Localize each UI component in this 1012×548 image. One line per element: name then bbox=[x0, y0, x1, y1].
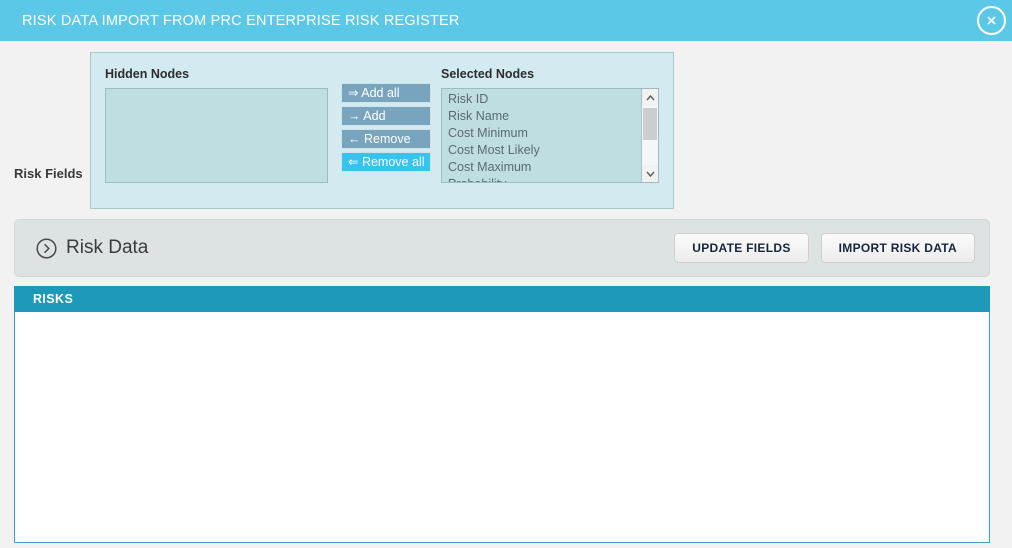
transfer-buttons-column: ⇒ Add all → Add ← Remove ⇐ Remove all bbox=[341, 83, 431, 175]
import-risk-data-button[interactable]: IMPORT RISK DATA bbox=[820, 233, 975, 263]
add-all-button[interactable]: ⇒ Add all bbox=[341, 83, 431, 103]
selected-nodes-title: Selected Nodes bbox=[441, 67, 535, 81]
dialog-titlebar: RISK DATA IMPORT FROM PRC ENTERPRISE RIS… bbox=[0, 0, 1012, 41]
selected-nodes-scrollbar[interactable] bbox=[641, 89, 658, 182]
selected-nodes-column: Selected Nodes Risk ID Risk Name Cost Mini… bbox=[441, 67, 659, 183]
close-icon bbox=[987, 16, 996, 25]
risks-grid-header: RISKS bbox=[14, 286, 990, 312]
chevron-up-icon bbox=[645, 94, 655, 100]
scroll-track[interactable] bbox=[642, 106, 658, 165]
list-item[interactable]: Cost Maximum bbox=[448, 159, 641, 176]
hidden-nodes-column: Hidden Nodes bbox=[105, 67, 330, 183]
hidden-nodes-title: Hidden Nodes bbox=[105, 67, 190, 81]
risk-data-bar: Risk Data UPDATE FIELDS IMPORT RISK DATA bbox=[14, 219, 990, 277]
list-item[interactable]: Cost Most Likely bbox=[448, 142, 641, 159]
scroll-up-arrow[interactable] bbox=[642, 89, 658, 106]
list-item[interactable]: Cost Minimum bbox=[448, 125, 641, 142]
risks-grid-title: RISKS bbox=[33, 292, 74, 306]
dialog-title: RISK DATA IMPORT FROM PRC ENTERPRISE RIS… bbox=[22, 12, 460, 29]
close-button[interactable] bbox=[977, 6, 1006, 35]
scroll-down-arrow[interactable] bbox=[642, 165, 658, 182]
add-button[interactable]: → Add bbox=[341, 106, 431, 126]
risk-fields-section: Risk Fields Hidden Nodes ⇒ Add all → Add… bbox=[0, 41, 1012, 217]
remove-all-button[interactable]: ⇐ Remove all bbox=[341, 152, 431, 172]
risk-fields-label: Risk Fields bbox=[14, 166, 83, 181]
list-item[interactable]: Probability bbox=[448, 176, 641, 182]
risk-fields-panel: Hidden Nodes ⇒ Add all → Add ← Remove ⇐ … bbox=[90, 52, 674, 209]
hidden-nodes-items bbox=[106, 89, 327, 91]
hidden-nodes-listbox[interactable] bbox=[105, 88, 328, 183]
risks-grid-body[interactable] bbox=[14, 312, 990, 543]
risk-data-actions: UPDATE FIELDS IMPORT RISK DATA bbox=[674, 233, 975, 263]
selected-nodes-listbox[interactable]: Risk ID Risk Name Cost Minimum Cost Most Li… bbox=[441, 88, 659, 183]
remove-button[interactable]: ← Remove bbox=[341, 129, 431, 149]
list-item[interactable]: Risk ID bbox=[448, 91, 641, 108]
risk-data-label: Risk Data bbox=[66, 237, 149, 258]
chevron-right-circle-icon[interactable] bbox=[36, 237, 57, 259]
scroll-thumb[interactable] bbox=[643, 108, 657, 140]
chevron-down-icon bbox=[645, 171, 655, 177]
list-item[interactable]: Risk Name bbox=[448, 108, 641, 125]
selected-nodes-items: Risk ID Risk Name Cost Minimum Cost Most Li… bbox=[442, 89, 641, 182]
update-fields-button[interactable]: UPDATE FIELDS bbox=[674, 233, 809, 263]
